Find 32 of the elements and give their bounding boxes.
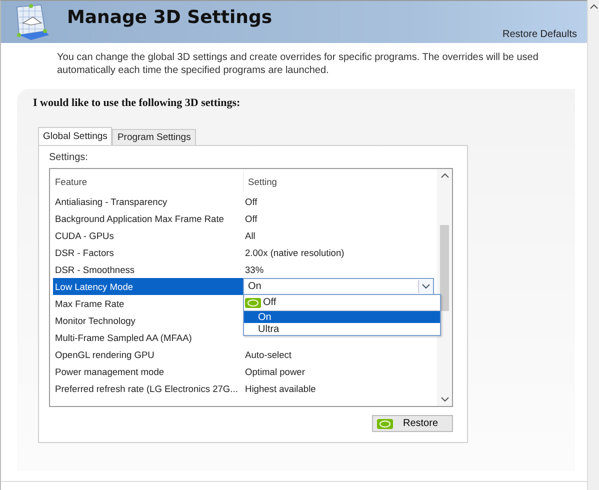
page-title: Manage 3D Settings bbox=[67, 7, 272, 28]
tab[interactable]: Program Settings bbox=[112, 129, 196, 145]
setting-cell-text: 33% bbox=[244, 264, 265, 274]
feature-cell[interactable]: Antialiasing - Transparency bbox=[53, 196, 243, 206]
restore-button[interactable]: Restore bbox=[372, 415, 453, 432]
setting-cell-text: Off bbox=[244, 196, 258, 206]
setting-dropdown[interactable]: On bbox=[243, 278, 434, 295]
setting-cell-text: Off bbox=[244, 214, 258, 224]
settings-label: Settings: bbox=[49, 152, 88, 163]
feature-cell[interactable]: Low Latency Mode bbox=[53, 278, 243, 295]
feature-cell[interactable]: Monitor Technology bbox=[53, 316, 243, 326]
setting-cell-text: All bbox=[244, 230, 256, 240]
setting-cell-text: Auto-select bbox=[244, 350, 293, 360]
feature-cell[interactable]: DSR - Factors bbox=[53, 248, 243, 258]
tab[interactable]: Global Settings bbox=[38, 127, 112, 145]
panel-heading: I would like to use the following 3D settings: bbox=[33, 97, 240, 109]
setting-cell-text: 2.00x (native resolution) bbox=[244, 248, 346, 258]
restore-defaults-link[interactable]: Restore Defaults bbox=[502, 29, 577, 40]
description-text: You can change the global 3D settings and create overrides for specific programs. The overrides will be used automatically each time the specified programs are launched. bbox=[57, 51, 540, 77]
feature-cell[interactable]: OpenGL rendering GPU bbox=[53, 350, 243, 360]
feature-cell[interactable]: DSR - Smoothness bbox=[53, 264, 243, 274]
feature-cell[interactable]: Preferred refresh rate (LG Electronics 27G... bbox=[53, 384, 243, 394]
setting-cell-text: Optimal power bbox=[244, 366, 306, 376]
setting-cell-text: Highest available bbox=[244, 384, 317, 394]
column-header[interactable]: Feature bbox=[53, 177, 243, 187]
feature-cell[interactable]: Max Frame Rate bbox=[53, 298, 243, 308]
feature-cell[interactable]: Background Application Max Frame Rate bbox=[53, 214, 243, 224]
feature-cell[interactable]: Multi-Frame Sampled AA (MFAA) bbox=[53, 332, 243, 342]
feature-cell[interactable]: CUDA - GPUs bbox=[53, 230, 243, 240]
dropdown-option[interactable]: Ultra bbox=[244, 323, 440, 335]
dropdown-option[interactable]: On bbox=[244, 311, 440, 323]
feature-cell[interactable]: Power management mode bbox=[53, 366, 243, 376]
